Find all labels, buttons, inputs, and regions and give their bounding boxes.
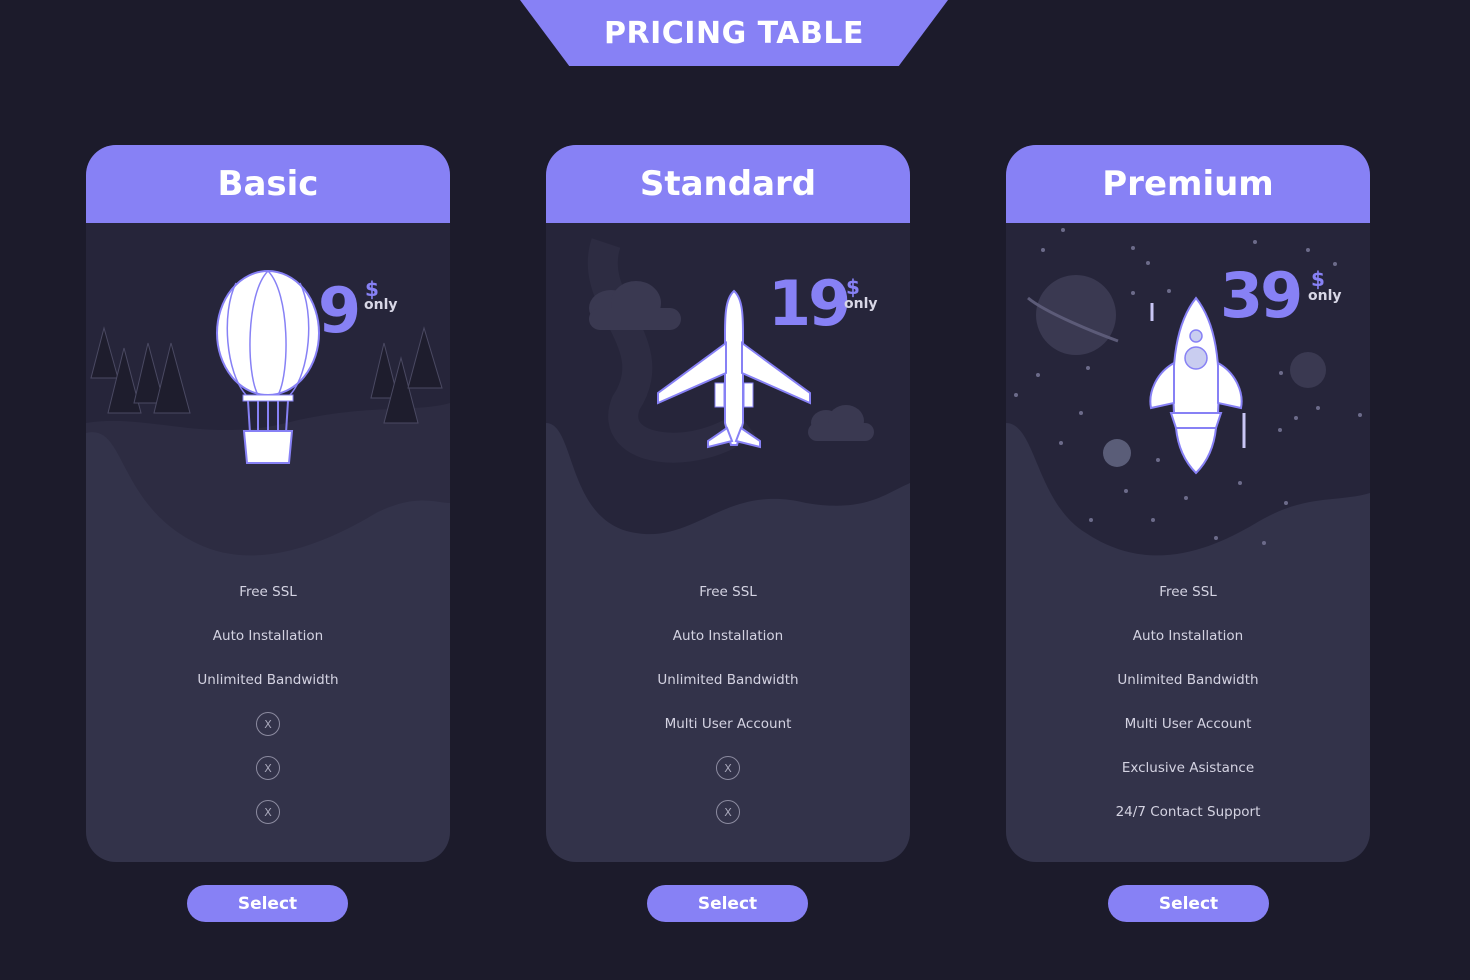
price-note: only (364, 297, 398, 313)
select-premium-button[interactable]: Select (1108, 885, 1269, 922)
plan-card-basic: Basic 9 $ only Free SSL Auto Installatio… (86, 145, 450, 862)
feature-list: Free SSL Auto Installation Unlimited Ban… (86, 570, 450, 834)
feature-item: Unlimited Bandwidth (1117, 672, 1259, 688)
feature-item: Free SSL (1159, 584, 1217, 600)
plan-card-standard: Standard 19 $ only Free SSL Auto Install… (546, 145, 910, 862)
unavailable-x-icon: X (716, 756, 740, 780)
price-note: only (844, 296, 878, 312)
page-title: PRICING TABLE (520, 0, 948, 66)
unavailable-x-icon: X (256, 756, 280, 780)
plan-price: 9 (318, 274, 361, 347)
feature-item: Auto Installation (1132, 628, 1244, 644)
feature-item: Multi User Account (1124, 716, 1252, 732)
feature-item: Unlimited Bandwidth (197, 672, 339, 688)
feature-item: Auto Installation (212, 628, 324, 644)
feature-item: Unlimited Bandwidth (657, 672, 799, 688)
feature-item: Free SSL (239, 584, 297, 600)
unavailable-x-icon: X (256, 800, 280, 824)
plan-name: Standard (546, 145, 910, 223)
feature-item: Free SSL (699, 584, 757, 600)
feature-item: Exclusive Asistance (1121, 760, 1255, 776)
select-basic-button[interactable]: Select (187, 885, 348, 922)
hot-air-balloon-icon (86, 223, 450, 573)
plan-price: 39 (1220, 259, 1303, 332)
feature-item: Multi User Account (664, 716, 792, 732)
feature-item: 24/7 Contact Support (1115, 804, 1261, 820)
plan-card-premium: Premium 39 $ only Free SSL Auto Installa… (1006, 145, 1370, 862)
unavailable-x-icon: X (256, 712, 280, 736)
price-note: only (1308, 288, 1342, 304)
plan-name: Premium (1006, 145, 1370, 223)
unavailable-x-icon: X (716, 800, 740, 824)
select-standard-button[interactable]: Select (647, 885, 808, 922)
feature-item: Auto Installation (672, 628, 784, 644)
plan-price: 19 (768, 267, 851, 340)
feature-list: Free SSL Auto Installation Unlimited Ban… (546, 570, 910, 834)
plan-name: Basic (86, 145, 450, 223)
feature-list: Free SSL Auto Installation Unlimited Ban… (1006, 570, 1370, 834)
